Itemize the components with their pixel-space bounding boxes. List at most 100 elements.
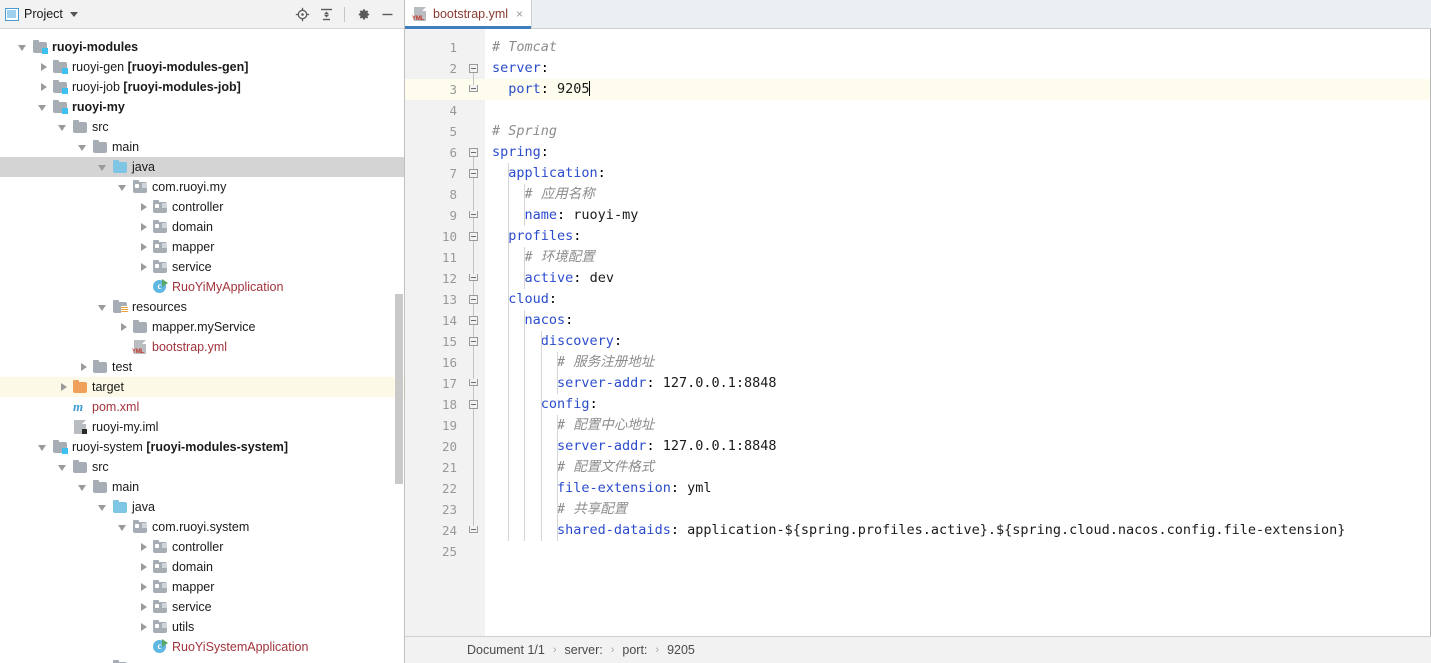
chevron-open-icon[interactable] — [58, 462, 69, 473]
tree-node-controller[interactable]: controller — [0, 197, 404, 217]
code-line[interactable]: server: — [485, 58, 1430, 79]
chevron-open-icon[interactable] — [58, 122, 69, 133]
code-line[interactable]: file-extension: yml — [485, 478, 1430, 499]
tree-node-mapper[interactable]: mapper — [0, 577, 404, 597]
tree-node-com.ruoyi.my[interactable]: com.ruoyi.my — [0, 177, 404, 197]
chevron-open-icon[interactable] — [38, 442, 49, 453]
close-icon[interactable]: × — [516, 8, 523, 20]
fold-collapse-marker[interactable] — [469, 337, 478, 346]
code-line[interactable]: active: dev — [485, 268, 1430, 289]
code-line[interactable]: # Spring — [485, 121, 1430, 142]
tree-node-resources[interactable]: resources — [0, 297, 404, 317]
tree-node-resources[interactable]: resources — [0, 657, 404, 663]
chevron-closed-icon[interactable] — [138, 222, 149, 233]
code-line[interactable]: server-addr: 127.0.0.1:8848 — [485, 436, 1430, 457]
breadcrumb-item[interactable]: 9205 — [667, 643, 695, 657]
chevron-closed-icon[interactable] — [138, 542, 149, 553]
tree-node-ruoyi-my[interactable]: ruoyi-my — [0, 97, 404, 117]
chevron-closed-icon[interactable] — [138, 242, 149, 253]
code-line[interactable]: config: — [485, 394, 1430, 415]
collapse-all-icon[interactable] — [315, 3, 337, 25]
tree-node-test[interactable]: test — [0, 357, 404, 377]
editor-tab[interactable]: YML bootstrap.yml × — [405, 0, 533, 29]
code-line[interactable]: profiles: — [485, 226, 1430, 247]
tree-node-service[interactable]: service — [0, 257, 404, 277]
tree-node-java[interactable]: java — [0, 157, 404, 177]
tree-node-src[interactable]: src — [0, 457, 404, 477]
breadcrumb-item[interactable]: server: — [565, 643, 603, 657]
code-line[interactable]: # 共享配置 — [485, 499, 1430, 520]
minimize-icon[interactable] — [376, 3, 398, 25]
tree-node-domain[interactable]: domain — [0, 217, 404, 237]
chevron-closed-icon[interactable] — [138, 602, 149, 613]
tree-node-mapper.myservice[interactable]: mapper.myService — [0, 317, 404, 337]
code-line[interactable]: # 服务注册地址 — [485, 352, 1430, 373]
fold-collapse-marker[interactable] — [469, 295, 478, 304]
chevron-open-icon[interactable] — [78, 142, 89, 153]
tree-node-ruoyi-system[interactable]: ruoyi-system [ruoyi-modules-system] — [0, 437, 404, 457]
code-line[interactable]: # Tomcat — [485, 37, 1430, 58]
chevron-closed-icon[interactable] — [138, 622, 149, 633]
chevron-open-icon[interactable] — [118, 522, 129, 533]
fold-collapse-marker[interactable] — [469, 232, 478, 241]
breadcrumb-item[interactable]: port: — [622, 643, 647, 657]
chevron-closed-icon[interactable] — [138, 562, 149, 573]
tree-node-com.ruoyi.system[interactable]: com.ruoyi.system — [0, 517, 404, 537]
code-line[interactable]: # 环境配置 — [485, 247, 1430, 268]
tree-node-controller[interactable]: controller — [0, 537, 404, 557]
fold-collapse-marker[interactable] — [469, 169, 478, 178]
fold-collapse-marker[interactable] — [469, 400, 478, 409]
project-tree-scrollbar[interactable] — [394, 29, 404, 663]
tree-node-service[interactable]: service — [0, 597, 404, 617]
code-line[interactable]: application: — [485, 163, 1430, 184]
chevron-open-icon[interactable] — [98, 502, 109, 513]
code-line[interactable]: server-addr: 127.0.0.1:8848 — [485, 373, 1430, 394]
code-line[interactable]: # 配置中心地址 — [485, 415, 1430, 436]
fold-end-marker[interactable] — [469, 379, 478, 386]
tree-node-ruoyimyapplication[interactable]: c RuoYiMyApplication — [0, 277, 404, 297]
editor-gutter-linenumbers[interactable]: 1 2 3 4 5 6 7 8 9 10 11 12 13 14 15 16 17 18 19 20 21 22 23 24 2… — [405, 29, 463, 636]
code-line[interactable]: discovery: — [485, 331, 1430, 352]
tree-node-ruoyi-my.iml[interactable]: ruoyi-my.iml — [0, 417, 404, 437]
chevron-open-icon[interactable] — [98, 162, 109, 173]
chevron-closed-icon[interactable] — [138, 262, 149, 273]
tree-node-java[interactable]: java — [0, 497, 404, 517]
tree-node-ruoyi-modules[interactable]: ruoyi-modules — [0, 37, 404, 57]
tree-node-ruoyisystemapplication[interactable]: c RuoYiSystemApplication — [0, 637, 404, 657]
code-line[interactable]: shared-dataids: application-${spring.pro… — [485, 520, 1430, 541]
chevron-open-icon[interactable] — [38, 102, 49, 113]
chevron-open-icon[interactable] — [18, 42, 29, 53]
code-line[interactable]: spring: — [485, 142, 1430, 163]
tree-node-main[interactable]: main — [0, 137, 404, 157]
fold-end-marker[interactable] — [469, 85, 478, 92]
chevron-closed-icon[interactable] — [138, 202, 149, 213]
fold-end-marker[interactable] — [469, 211, 478, 218]
chevron-closed-icon[interactable] — [118, 322, 129, 333]
editor-code-text[interactable]: # Tomcat server: port: 9205 # Spring sprin… — [485, 29, 1430, 636]
code-line[interactable] — [485, 541, 1430, 562]
chevron-closed-icon[interactable] — [78, 362, 89, 373]
tree-node-mapper[interactable]: mapper — [0, 237, 404, 257]
chevron-open-icon[interactable] — [98, 302, 109, 313]
scrollbar-thumb[interactable] — [395, 294, 403, 484]
code-line[interactable]: # 应用名称 — [485, 184, 1430, 205]
tree-node-bootstrap.yml[interactable]: YML bootstrap.yml — [0, 337, 404, 357]
tree-node-pom.xml[interactable]: m pom.xml — [0, 397, 404, 417]
fold-end-marker[interactable] — [469, 526, 478, 533]
locate-target-icon[interactable] — [291, 3, 313, 25]
editor-gutter-folding[interactable] — [463, 29, 485, 636]
chevron-closed-icon[interactable] — [38, 62, 49, 73]
chevron-open-icon[interactable] — [78, 482, 89, 493]
tree-node-main[interactable]: main — [0, 477, 404, 497]
code-line[interactable]: # 配置文件格式 — [485, 457, 1430, 478]
tree-node-domain[interactable]: domain — [0, 557, 404, 577]
tree-node-ruoyi-gen[interactable]: ruoyi-gen [ruoyi-modules-gen] — [0, 57, 404, 77]
chevron-closed-icon[interactable] — [138, 582, 149, 593]
tree-node-src[interactable]: src — [0, 117, 404, 137]
code-line[interactable]: name: ruoyi-my — [485, 205, 1430, 226]
chevron-closed-icon[interactable] — [38, 82, 49, 93]
chevron-open-icon[interactable] — [118, 182, 129, 193]
code-line[interactable] — [485, 100, 1430, 121]
gear-icon[interactable] — [352, 3, 374, 25]
editor-body[interactable]: 1 2 3 4 5 6 7 8 9 10 11 12 13 14 15 16 17 18 19 20 21 22 23 24 2… — [405, 29, 1431, 636]
